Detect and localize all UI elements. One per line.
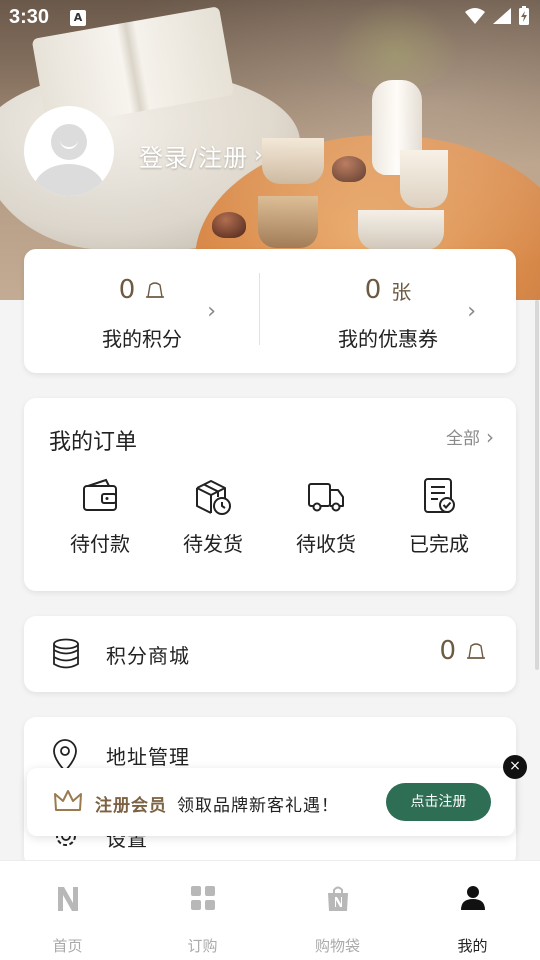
address-management-label[interactable]: 地址管理 <box>106 741 190 770</box>
coupons-unit: 张 <box>391 279 412 304</box>
close-icon[interactable]: × <box>503 755 527 779</box>
orders-all-link[interactable]: 全部 › <box>446 424 494 450</box>
points-value: 0 <box>118 275 136 305</box>
wallet-icon <box>83 478 117 511</box>
package-clock-icon <box>196 480 231 515</box>
crown-icon <box>54 790 82 811</box>
grid-icon <box>190 886 215 910</box>
my-coupons[interactable]: 0 张 我的优惠券 › <box>260 249 516 373</box>
order-pending-payment[interactable]: 待付款 <box>45 476 155 557</box>
battery-icon <box>519 6 529 25</box>
brand-n-icon <box>57 887 78 911</box>
scrollbar[interactable] <box>535 300 539 670</box>
truck-icon <box>308 483 344 512</box>
register-button[interactable]: 点击注册 <box>386 783 491 821</box>
register-banner: 注册会员 领取品牌新客礼遇！ 点击注册 <box>27 768 515 836</box>
tab-home[interactable]: 首页 <box>0 861 135 960</box>
shopping-bag-icon <box>327 886 348 911</box>
signal-icon <box>493 8 511 24</box>
tab-order[interactable]: 订购 <box>135 861 270 960</box>
bottom-tab-bar: 首页 订购 购物袋 我的 <box>0 860 540 960</box>
order-status-label: 待发货 <box>183 532 243 556</box>
tab-label: 购物袋 <box>314 937 360 955</box>
orders-all-label: 全部 <box>446 429 480 449</box>
tab-label: 我的 <box>457 937 488 955</box>
document-check-icon <box>424 478 455 513</box>
points-icon <box>146 282 165 298</box>
user-icon <box>460 886 485 910</box>
points-mall-label: 积分商城 <box>106 644 190 668</box>
avatar-body <box>34 164 104 196</box>
tab-label: 首页 <box>52 937 83 955</box>
chevron-right-icon: › <box>254 143 264 168</box>
tab-mine[interactable]: 我的 <box>405 861 540 960</box>
status-icons <box>464 6 530 26</box>
order-completed[interactable]: 已完成 <box>384 476 494 557</box>
points-value-row: 0 <box>24 275 260 305</box>
order-status-label: 待收货 <box>296 532 356 556</box>
tab-shopping-bag[interactable]: 购物袋 <box>270 861 405 960</box>
status-bar: 3:30 A <box>0 0 540 36</box>
points-mall-row[interactable]: 积分商城 0 <box>24 616 516 692</box>
status-a-icon: A <box>70 10 86 26</box>
points-mall-value: 0 <box>439 636 456 666</box>
avatar[interactable] <box>24 106 114 196</box>
login-register-link[interactable]: 登录/注册 › <box>139 138 264 173</box>
orders-card: 我的订单 全部 › 待付款 待发货 待收货 已完成 <box>24 398 516 591</box>
login-register-label: 登录/注册 <box>139 144 249 172</box>
banner-text: 领取品牌新客礼遇！ <box>177 796 339 816</box>
banner-highlight: 注册会员 <box>95 796 167 816</box>
order-status-label: 待付款 <box>70 532 130 556</box>
status-time: 3:30 <box>9 6 50 28</box>
coupons-value: 0 <box>364 275 382 305</box>
points-label: 我的积分 <box>102 327 182 351</box>
order-pending-shipment[interactable]: 待发货 <box>158 476 268 557</box>
my-points[interactable]: 0 我的积分 › <box>24 249 260 373</box>
order-status-label: 已完成 <box>409 532 469 556</box>
chevron-right-icon: › <box>486 424 494 449</box>
tab-label: 订购 <box>187 937 218 955</box>
order-pending-receipt[interactable]: 待收货 <box>271 476 381 557</box>
chevron-right-icon: › <box>207 299 216 324</box>
coupons-value-row: 0 张 <box>260 275 516 305</box>
coins-stack-icon <box>53 638 79 669</box>
stats-card: 0 我的积分 › 0 张 我的优惠券 › <box>24 249 516 373</box>
points-mall-value-row: 0 <box>439 636 486 666</box>
coupons-label: 我的优惠券 <box>338 327 438 351</box>
points-icon <box>467 643 485 659</box>
wifi-icon <box>465 8 485 24</box>
chevron-right-icon: › <box>467 299 476 324</box>
orders-title: 我的订单 <box>49 430 138 455</box>
